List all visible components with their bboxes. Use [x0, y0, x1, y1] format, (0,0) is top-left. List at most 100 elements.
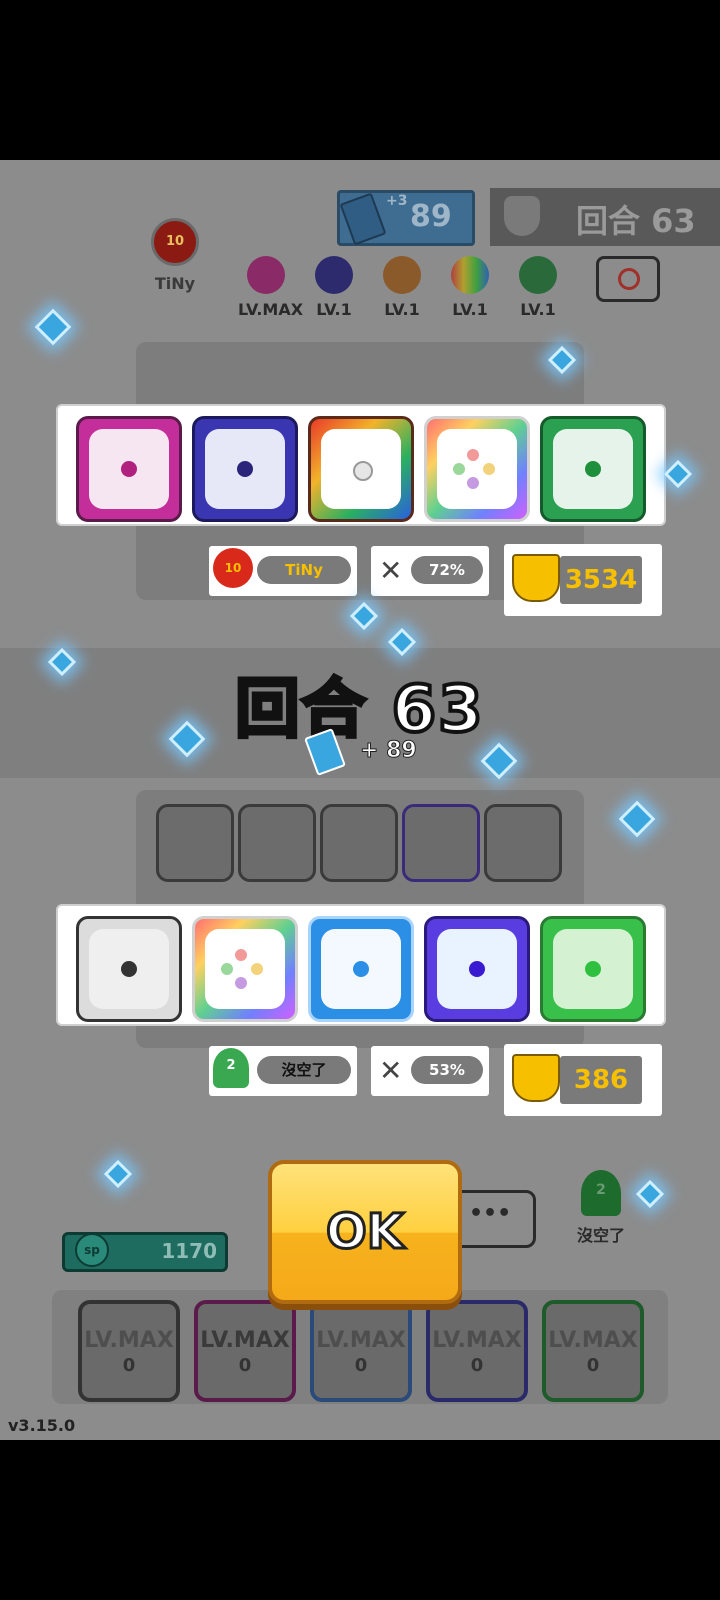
opponent-dice-panel	[56, 404, 666, 526]
opponent-deck-item-3: LV.1	[374, 256, 430, 319]
pip	[353, 461, 373, 481]
opponent-name-bar: TiNy	[257, 556, 351, 584]
cards-gain-text: + 89	[360, 738, 418, 764]
trophy-count-bar: 3534	[560, 556, 642, 604]
deck-sp: 0	[470, 1355, 484, 1376]
deck-slot-2[interactable]: LV.MAX 0	[194, 1300, 296, 1402]
pip	[469, 961, 485, 977]
deck-sp: 0	[586, 1355, 600, 1376]
player-name-bar: 沒空了	[257, 1056, 351, 1084]
board-die	[156, 804, 234, 882]
game-screen: +3 89 回合 63 10 TiNy LV.MAX LV.1 LV.1 LV.…	[0, 160, 720, 1440]
gem-icon	[618, 800, 656, 838]
sp-value: 1170	[161, 1239, 217, 1263]
trophy-icon	[512, 554, 560, 602]
opponent-winrate-pill: ✕ 72%	[371, 546, 489, 596]
board-die	[238, 804, 316, 882]
deck-slot-3[interactable]: LV.MAX 0	[310, 1300, 412, 1402]
cards-gain: + 89	[304, 728, 424, 776]
gem-icon	[34, 308, 72, 346]
blessing-dice	[424, 916, 530, 1022]
sp-coin-icon: sp	[75, 1233, 109, 1267]
opponent-deck-item-1: LV.MAX	[238, 256, 303, 319]
gem-icon	[103, 1159, 133, 1189]
dice-orb-icon	[315, 256, 353, 294]
card-icon	[304, 728, 346, 776]
swords-icon: ✕	[379, 554, 403, 587]
version-label: v3.15.0	[8, 1416, 76, 1435]
pip	[585, 961, 601, 977]
biohazard-dice	[540, 916, 646, 1022]
rank-ribbon-icon: 2	[581, 1170, 621, 1216]
pip	[464, 474, 482, 492]
rank-medal-icon: 10	[213, 548, 253, 588]
board-die	[320, 804, 398, 882]
deck-slot-4[interactable]: LV.MAX 0	[426, 1300, 528, 1402]
pip	[237, 461, 253, 477]
board-die	[484, 804, 562, 882]
pip	[121, 461, 137, 477]
pip	[218, 960, 236, 978]
player-trophy-pill: 386	[504, 1044, 662, 1116]
pip	[232, 946, 250, 964]
opponent-trophy-pill: 3534	[504, 544, 662, 616]
round-label: 回合 63	[576, 202, 696, 240]
rank-ribbon-icon: 2	[213, 1048, 249, 1088]
trophy-icon	[512, 1054, 560, 1102]
deck-sp: 0	[122, 1355, 136, 1376]
round-indicator: 回合 63	[490, 188, 720, 246]
winrate-bar: 53%	[411, 1056, 483, 1084]
opponent-deck-item-5: LV.1	[510, 256, 566, 319]
chat-dots: •••	[469, 1201, 512, 1226]
player-winrate-pill: ✕ 53%	[371, 1046, 489, 1096]
emoji-button[interactable]	[596, 256, 660, 302]
rainbow-dice	[424, 416, 530, 522]
pip	[121, 961, 137, 977]
gem-icon	[663, 459, 693, 489]
rank-medal-icon: 10	[151, 218, 199, 266]
self-name: 沒空了	[576, 1226, 625, 1245]
player-dice-panel	[56, 904, 666, 1026]
ok-label: OK	[325, 1203, 406, 1262]
pip	[450, 460, 468, 478]
pentagram-dice	[540, 416, 646, 522]
ok-button[interactable]: OK	[268, 1160, 462, 1304]
cards-plus: +3	[386, 193, 408, 209]
pip	[585, 461, 601, 477]
winrate-bar: 72%	[411, 556, 483, 584]
pip	[232, 974, 250, 992]
prohibited-icon	[618, 268, 640, 290]
ice-dice	[308, 916, 414, 1022]
deck-slot-5[interactable]: LV.MAX 0	[542, 1300, 644, 1402]
gem-icon	[349, 601, 379, 631]
gem-icon	[635, 1179, 665, 1209]
card-counter: +3 89	[337, 190, 475, 246]
deck-sp: 0	[238, 1355, 252, 1376]
opponent-deck-item-4: LV.1	[442, 256, 498, 319]
opponent-rank-badge: 10 TiNy	[144, 218, 206, 318]
gear-dice	[76, 916, 182, 1022]
trophy-count-bar: 386	[560, 1056, 642, 1104]
player-info-pill: 2 沒空了	[209, 1046, 357, 1096]
cards-count: 89	[410, 199, 452, 234]
board-die	[402, 804, 480, 882]
pip	[248, 960, 266, 978]
deck-slot-1[interactable]: LV.MAX 0	[78, 1300, 180, 1402]
magenta-dice	[76, 416, 182, 522]
pip	[480, 460, 498, 478]
rainbow-dice	[192, 916, 298, 1022]
chat-button[interactable]: •••	[452, 1190, 536, 1248]
opponent-deck-levels: LV.MAX LV.1 LV.1 LV.1 LV.1	[238, 256, 568, 319]
opponent-name: TiNy	[154, 274, 196, 293]
swords-icon: ✕	[379, 1054, 403, 1087]
dice-orb-icon	[451, 256, 489, 294]
dice-orb-icon	[247, 256, 285, 294]
dice-orb-icon	[519, 256, 557, 294]
deck-sp: 0	[354, 1355, 368, 1376]
opponent-info-pill: 10 TiNy	[209, 546, 357, 596]
opponent-deck-item-2: LV.1	[306, 256, 362, 319]
sp-bar: sp 1170	[62, 1232, 228, 1272]
dice-orb-icon	[383, 256, 421, 294]
mask-icon	[504, 196, 540, 236]
infinity-dice	[308, 416, 414, 522]
